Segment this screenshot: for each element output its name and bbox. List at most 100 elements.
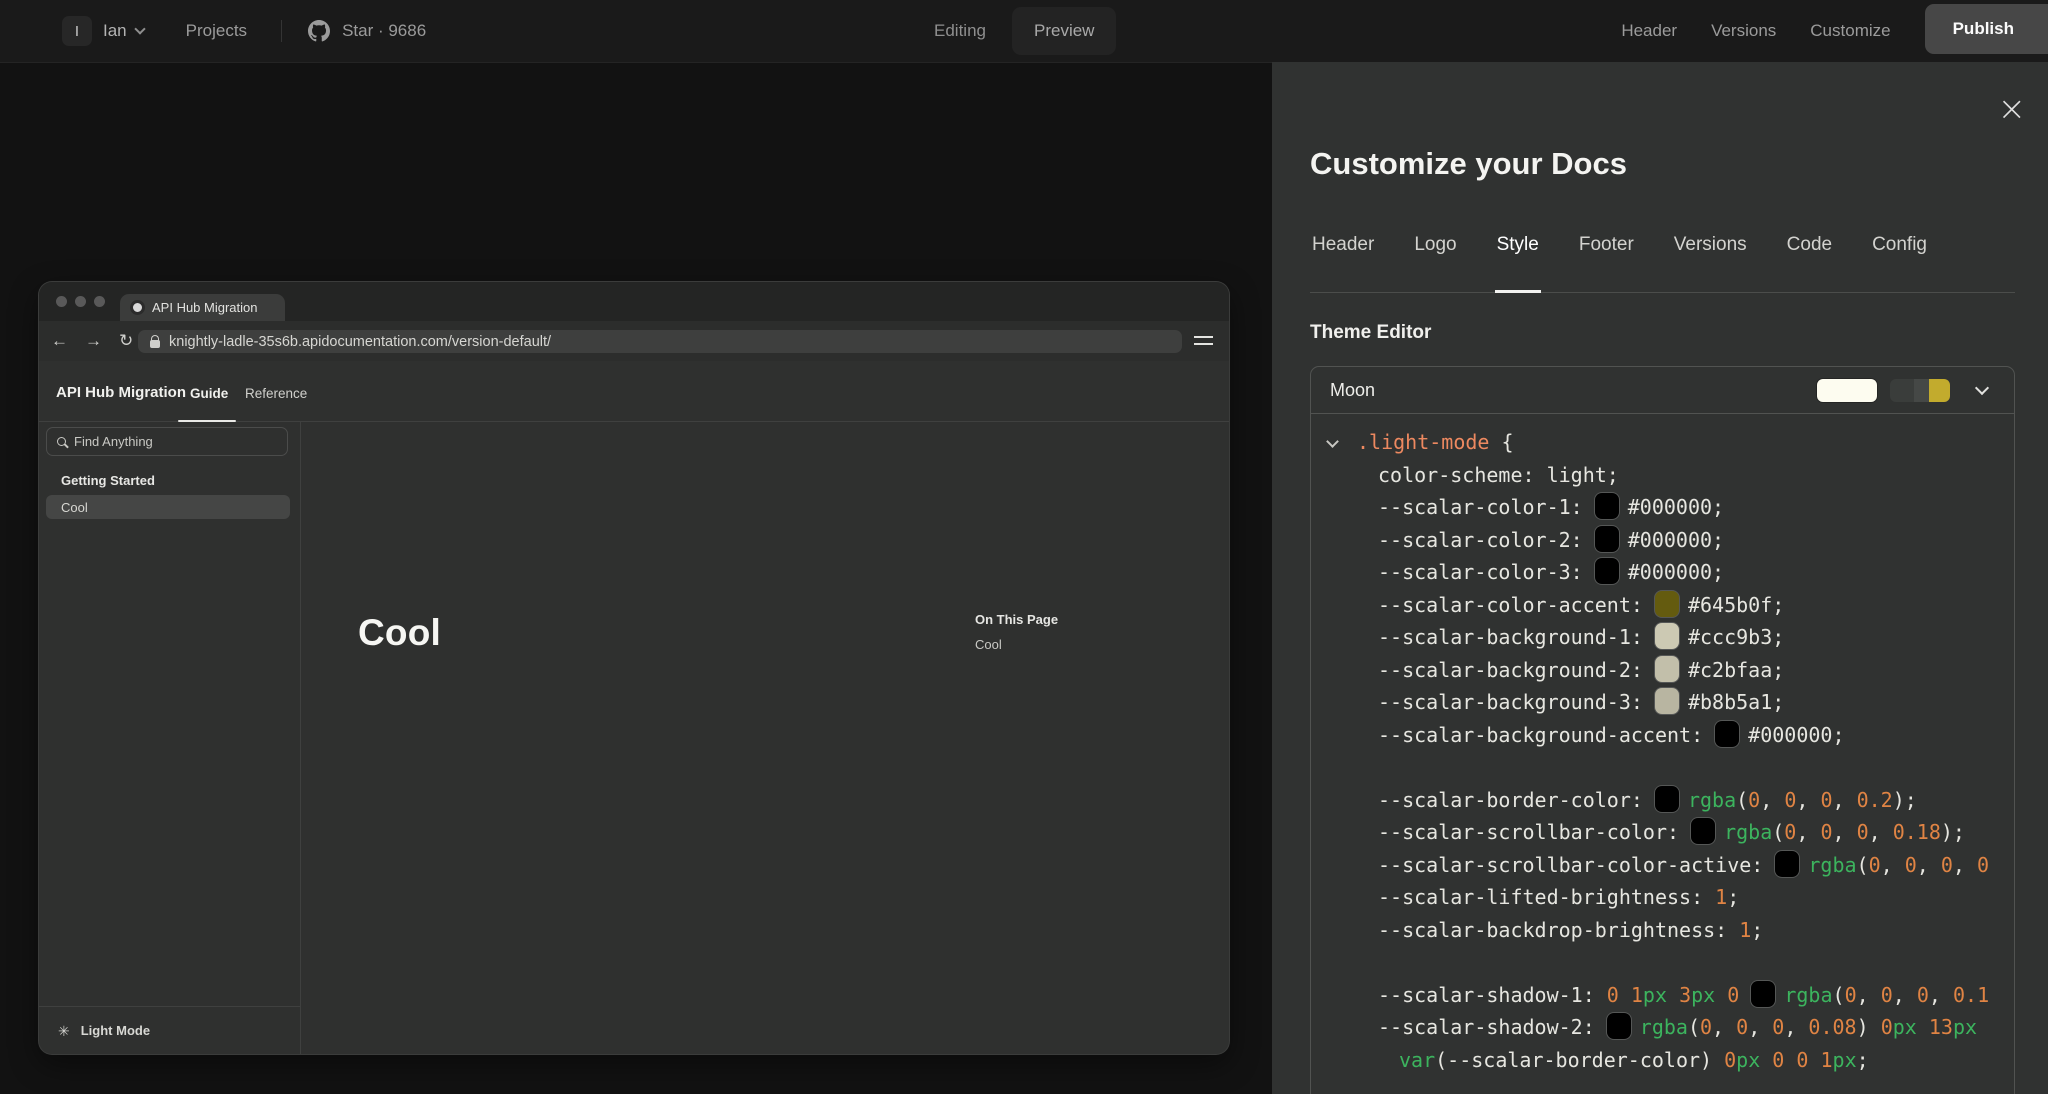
projects-link[interactable]: Projects xyxy=(186,21,247,41)
code-token: , xyxy=(1881,853,1905,877)
code-token: , xyxy=(1833,788,1857,812)
url-text: knightly-ladle-35s6b.apidocumentation.co… xyxy=(169,334,551,350)
site-favicon-icon xyxy=(130,300,145,315)
topbar-customize-link[interactable]: Customize xyxy=(1810,21,1890,41)
code-token: --scalar-color-2: xyxy=(1378,528,1595,552)
code-token: 0 xyxy=(1724,1048,1736,1072)
docs-tab-reference[interactable]: Reference xyxy=(245,386,307,401)
topbar-versions-link[interactable]: Versions xyxy=(1711,21,1776,41)
code-token: --scalar-shadow-1: xyxy=(1378,983,1607,1007)
code-line: --scalar-backdrop-brightness: 1; xyxy=(1311,914,2014,947)
panel-tabs: Header Logo Style Footer Versions Code Config xyxy=(1310,230,2015,293)
code-token: ); xyxy=(1941,820,1965,844)
code-token: 0 xyxy=(1905,853,1917,877)
workspace-menu[interactable]: Ian xyxy=(103,21,144,41)
code-token: , xyxy=(1832,820,1856,844)
code-line: --scalar-lifted-brightness: 1; xyxy=(1311,881,2014,914)
topbar-header-link[interactable]: Header xyxy=(1621,21,1677,41)
panel-tab-header[interactable]: Header xyxy=(1310,230,1376,293)
code-line: --scalar-scrollbar-color: rgba(0, 0, 0, … xyxy=(1311,816,2014,849)
code-token: , xyxy=(1784,1015,1808,1039)
chevron-down-icon xyxy=(1975,380,1989,394)
lock-icon xyxy=(150,340,160,348)
code-token: 0 xyxy=(1700,1015,1712,1039)
fold-chevron-icon[interactable] xyxy=(1326,435,1339,448)
color-swatch[interactable] xyxy=(1751,981,1775,1007)
panel-tab-footer[interactable]: Footer xyxy=(1577,230,1636,293)
code-token: (--scalar-border-color) xyxy=(1435,1048,1724,1072)
color-swatch[interactable] xyxy=(1655,591,1679,617)
browser-url-row: ← → ↻ knightly-ladle-35s6b.apidocumentat… xyxy=(39,321,1229,361)
theme-swatch-segment xyxy=(1890,379,1914,402)
color-swatch[interactable] xyxy=(1715,721,1739,747)
docs-search-input[interactable]: Find Anything xyxy=(46,427,288,456)
mode-preview-button[interactable]: Preview xyxy=(1012,7,1116,55)
panel-tab-config[interactable]: Config xyxy=(1870,230,1929,293)
topbar: I Ian Projects Star · 9686 Editing Previ… xyxy=(0,0,2048,62)
code-token xyxy=(1760,1048,1772,1072)
code-token: 0.08 xyxy=(1808,1015,1856,1039)
code-token: , xyxy=(1796,788,1820,812)
color-swatch[interactable] xyxy=(1655,623,1679,649)
code-token: , xyxy=(1917,853,1941,877)
panel-tab-style[interactable]: Style xyxy=(1495,230,1541,293)
preview-browser-window: API Hub Migration ← → ↻ knightly-ladle-3… xyxy=(39,282,1229,1054)
color-swatch[interactable] xyxy=(1595,493,1619,519)
theme-dark-swatch xyxy=(1890,379,1950,402)
toc-link-cool[interactable]: Cool xyxy=(975,637,1058,652)
code-token: { xyxy=(1489,430,1513,454)
mode-editing-button[interactable]: Editing xyxy=(920,9,1000,53)
color-swatch[interactable] xyxy=(1595,558,1619,584)
color-swatch[interactable] xyxy=(1655,786,1679,812)
code-token: 0 xyxy=(1748,788,1760,812)
theme-code-editor[interactable]: .light-mode {color-scheme: light;--scala… xyxy=(1311,414,2014,1094)
color-swatch[interactable] xyxy=(1655,656,1679,682)
color-swatch[interactable] xyxy=(1691,818,1715,844)
code-token: 0 xyxy=(1784,820,1796,844)
code-token: rgba xyxy=(1688,788,1736,812)
workspace-logo[interactable]: I xyxy=(62,16,92,46)
color-swatch[interactable] xyxy=(1655,688,1679,714)
code-token: --scalar-background-accent: xyxy=(1378,723,1715,747)
close-icon[interactable]: × xyxy=(1998,92,2027,126)
code-token: ( xyxy=(1688,1015,1700,1039)
code-token: 0.1 xyxy=(1953,983,1989,1007)
code-token: 1 xyxy=(1631,983,1643,1007)
color-swatch[interactable] xyxy=(1607,1013,1631,1039)
back-arrow-icon: ← xyxy=(51,331,68,351)
sidebar-item-cool[interactable]: Cool xyxy=(46,495,290,519)
code-token: , xyxy=(1929,983,1953,1007)
code-line xyxy=(1311,751,2014,784)
color-swatch[interactable] xyxy=(1775,851,1799,877)
light-mode-toggle[interactable]: ✳ Light Mode xyxy=(39,1006,301,1054)
code-token: --scalar-shadow-2: xyxy=(1378,1015,1607,1039)
panel-tab-code[interactable]: Code xyxy=(1785,230,1834,293)
code-token: ( xyxy=(1736,788,1748,812)
panel-tab-versions[interactable]: Versions xyxy=(1672,230,1749,293)
code-token: ) xyxy=(1857,1015,1881,1039)
code-line: color-scheme: light; xyxy=(1311,459,2014,492)
traffic-lights xyxy=(56,296,105,307)
github-star-button[interactable]: Star · 9686 xyxy=(308,20,426,42)
code-line: --scalar-color-2: #000000; xyxy=(1311,524,2014,557)
publish-button[interactable]: Publish xyxy=(1925,4,2048,54)
topbar-divider xyxy=(281,20,282,42)
workspace-name: Ian xyxy=(103,21,127,41)
code-token: #000000; xyxy=(1628,528,1724,552)
code-token xyxy=(1784,1048,1796,1072)
code-token: --scalar-border-color: xyxy=(1378,788,1655,812)
code-token: 0.2 xyxy=(1857,788,1893,812)
color-swatch[interactable] xyxy=(1595,526,1619,552)
panel-title: Customize your Docs xyxy=(1310,146,1627,182)
code-line: --scalar-background-2: #c2bfaa; xyxy=(1311,654,2014,687)
code-token: --scalar-backdrop-brightness: xyxy=(1378,918,1739,942)
code-token xyxy=(1739,983,1751,1007)
docs-navbar: API Hub Migration Guide Reference xyxy=(39,361,1229,422)
code-token: , xyxy=(1760,788,1784,812)
code-line: --scalar-background-3: #b8b5a1; xyxy=(1311,686,2014,719)
theme-select[interactable]: Moon xyxy=(1311,367,2014,414)
docs-sidebar: Find Anything Getting Started Cool ✳ Lig… xyxy=(39,422,301,1054)
sun-icon: ✳ xyxy=(58,1024,70,1038)
docs-tab-guide[interactable]: Guide xyxy=(190,386,228,401)
panel-tab-logo[interactable]: Logo xyxy=(1412,230,1458,293)
